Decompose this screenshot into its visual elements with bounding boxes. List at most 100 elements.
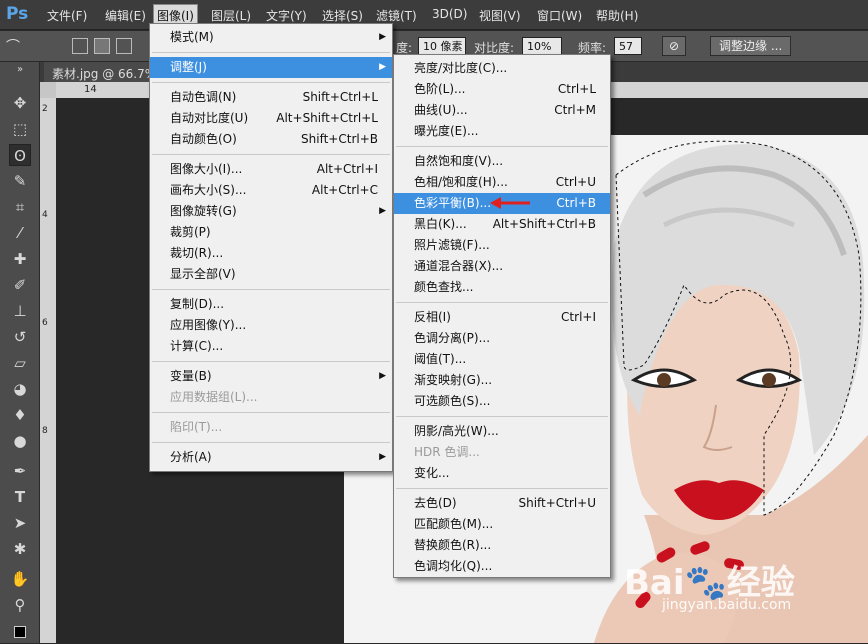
menu-separator xyxy=(152,442,390,443)
menu-item[interactable]: 模式(M) ▶ xyxy=(150,27,392,48)
menu-item-label: 色调分离(P)... xyxy=(414,331,491,345)
menu-item[interactable]: 曲线(U)... Ctrl+M xyxy=(394,100,610,121)
hand-tool-icon[interactable]: ✋ xyxy=(9,568,31,590)
menu-item[interactable]: 计算(C)... xyxy=(150,336,392,357)
menu-item-label: 匹配颜色(M)... xyxy=(414,517,494,531)
menu-item[interactable]: 色调均化(Q)... xyxy=(394,556,610,577)
refine-edge-button[interactable]: 调整边缘 ... xyxy=(710,36,792,56)
menu-item[interactable]: 色相/饱和度(H)... Ctrl+U xyxy=(394,172,610,193)
collapse-toolbox-icon[interactable]: » xyxy=(9,64,31,76)
menu-separator xyxy=(152,154,390,155)
menu-8[interactable]: 视图(V) xyxy=(476,6,524,25)
menu-item[interactable]: 反相(I) Ctrl+I xyxy=(394,307,610,328)
menu-item[interactable]: 显示全部(V) xyxy=(150,264,392,285)
frequency-field[interactable]: 57 xyxy=(614,37,642,55)
menu-item-label: 去色(D) xyxy=(414,496,457,510)
menu-item[interactable]: 色阶(L)... Ctrl+L xyxy=(394,79,610,100)
menu-item-shortcut: Shift+Ctrl+L xyxy=(302,90,378,104)
menu-item[interactable]: 照片滤镜(F)... xyxy=(394,235,610,256)
menu-item-label: 黑白(K)... xyxy=(414,217,467,231)
color-swatches-icon[interactable] xyxy=(9,622,31,638)
menu-item[interactable]: 应用图像(Y)... xyxy=(150,315,392,336)
menu-item[interactable]: 黑白(K)... Alt+Shift+Ctrl+B xyxy=(394,214,610,235)
menu-item[interactable]: 阴影/高光(W)... xyxy=(394,421,610,442)
dodge-tool-icon[interactable]: ● xyxy=(9,430,31,452)
menu-item-label: 色彩平衡(B)... xyxy=(414,196,492,210)
menu-item[interactable]: 通道混合器(X)... xyxy=(394,256,610,277)
menu-item[interactable]: 匹配颜色(M)... xyxy=(394,514,610,535)
menu-item[interactable]: 变化... xyxy=(394,463,610,484)
submenu-arrow-icon: ▶ xyxy=(379,452,386,462)
menu-separator xyxy=(152,289,390,290)
eyedropper-tool-icon[interactable]: ⁄ xyxy=(9,222,31,244)
move-tool-icon[interactable]: ✥ xyxy=(9,92,31,114)
menu-item-label: 照片滤镜(F)... xyxy=(414,238,490,252)
width-field[interactable]: 10 像素 xyxy=(418,37,466,55)
menu-item-label: 色阶(L)... xyxy=(414,82,466,96)
eraser-tool-icon[interactable]: ▱ xyxy=(9,352,31,374)
menu-item[interactable]: 自动色调(N) Shift+Ctrl+L xyxy=(150,87,392,108)
pen-tool-icon[interactable]: ✒ xyxy=(9,460,31,482)
menu-7[interactable]: 3D(D) xyxy=(429,6,470,22)
shape-tool-icon[interactable]: ✱ xyxy=(9,538,31,560)
menu-item[interactable]: 调整(J) ▶ xyxy=(150,57,392,78)
quick-select-tool-icon[interactable]: ✎ xyxy=(9,170,31,192)
history-brush-icon[interactable]: ↺ xyxy=(9,326,31,348)
menu-item[interactable]: 阈值(T)... xyxy=(394,349,610,370)
lasso-preset-icon[interactable]: ⌒ xyxy=(6,36,22,55)
pen-pressure-icon[interactable]: ⊘ xyxy=(662,36,686,56)
ruler-corner xyxy=(40,82,56,98)
document-tab[interactable]: 素材.jpg @ 66.7% xyxy=(44,62,165,82)
menu-item-label: 可选颜色(S)... xyxy=(414,394,491,408)
blur-tool-icon[interactable]: ♦ xyxy=(9,404,31,426)
contrast-field[interactable]: 10% xyxy=(522,37,562,55)
menu-1[interactable]: 编辑(E) xyxy=(102,6,149,25)
menu-0[interactable]: 文件(F) xyxy=(44,6,90,25)
path-select-icon[interactable]: ➤ xyxy=(9,512,31,534)
menu-10[interactable]: 帮助(H) xyxy=(593,6,641,25)
menu-item[interactable]: 去色(D) Shift+Ctrl+U xyxy=(394,493,610,514)
menu-item[interactable]: 替换颜色(R)... xyxy=(394,535,610,556)
crop-tool-icon[interactable]: ⌗ xyxy=(9,196,31,218)
brush-tool-icon[interactable]: ✐ xyxy=(9,274,31,296)
menu-9[interactable]: 窗口(W) xyxy=(534,6,585,25)
menu-item[interactable]: 图像旋转(G) ▶ xyxy=(150,201,392,222)
menu-item[interactable]: 自动颜色(O) Shift+Ctrl+B xyxy=(150,129,392,150)
add-selection-icon[interactable] xyxy=(94,38,110,54)
menu-bar: Ps 文件(F) 编辑(E) 图像(I) 图层(L) 文字(Y) 选择(S) 滤镜(T) 3D… xyxy=(0,0,868,30)
menu-item[interactable]: 颜色查找... xyxy=(394,277,610,298)
paint-bucket-icon[interactable]: ◕ xyxy=(9,378,31,400)
marquee-tool-icon[interactable]: ⬚ xyxy=(9,118,31,140)
healing-brush-icon[interactable]: ✚ xyxy=(9,248,31,270)
menu-item-label: 自动色调(N) xyxy=(170,90,237,104)
menu-item-shortcut: Ctrl+L xyxy=(557,82,596,96)
menu-item-label: 计算(C)... xyxy=(170,339,224,353)
menu-item[interactable]: 渐变映射(G)... xyxy=(394,370,610,391)
lasso-tool-icon[interactable]: ʘ xyxy=(9,144,31,166)
menu-item[interactable]: 复制(D)... xyxy=(150,294,392,315)
menu-item[interactable]: 可选颜色(S)... xyxy=(394,391,610,412)
menu-item-shortcut: Alt+Ctrl+C xyxy=(311,183,378,197)
clone-stamp-icon[interactable]: ⊥ xyxy=(9,300,31,322)
menu-item-label: 裁切(R)... xyxy=(170,246,224,260)
menu-item[interactable]: 图像大小(I)... Alt+Ctrl+I xyxy=(150,159,392,180)
menu-item[interactable]: 变量(B) ▶ xyxy=(150,366,392,387)
menu-item[interactable]: 自动对比度(U) Alt+Shift+Ctrl+L xyxy=(150,108,392,129)
menu-separator xyxy=(396,416,608,417)
menu-item[interactable]: 裁切(R)... xyxy=(150,243,392,264)
menu-item-label: 复制(D)... xyxy=(170,297,225,311)
zoom-tool-icon[interactable]: ⚲ xyxy=(9,594,31,616)
menu-item[interactable]: 裁剪(P) xyxy=(150,222,392,243)
new-selection-icon[interactable] xyxy=(72,38,88,54)
menu-item[interactable]: 亮度/对比度(C)... xyxy=(394,58,610,79)
type-tool-icon[interactable]: T xyxy=(9,486,31,508)
menu-item[interactable]: 自然饱和度(V)... xyxy=(394,151,610,172)
menu-item-label: 应用数据组(L)... xyxy=(170,390,258,404)
ruler-tick-label: 8 xyxy=(42,426,48,436)
menu-item-label: 阈值(T)... xyxy=(414,352,467,366)
menu-item[interactable]: 画布大小(S)... Alt+Ctrl+C xyxy=(150,180,392,201)
menu-item[interactable]: 色调分离(P)... xyxy=(394,328,610,349)
menu-item[interactable]: 分析(A) ▶ xyxy=(150,447,392,468)
menu-item[interactable]: 曝光度(E)... xyxy=(394,121,610,142)
subtract-selection-icon[interactable] xyxy=(116,38,132,54)
